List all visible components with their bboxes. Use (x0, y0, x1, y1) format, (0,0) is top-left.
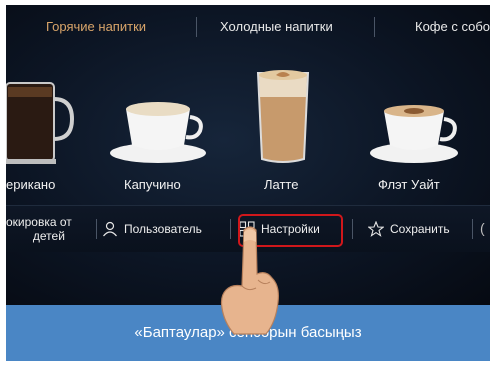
latte-glass-icon (256, 70, 310, 163)
drink-label-latte[interactable]: Латте (264, 177, 298, 192)
flat-white-cup-icon (370, 105, 458, 163)
drink-label-cappuccino[interactable]: Капучино (124, 177, 181, 192)
americano-glass-icon (6, 82, 75, 164)
tab-coffee-to-go[interactable]: Кофе с собо (415, 19, 490, 34)
drink-cappuccino[interactable] (106, 97, 216, 172)
user-icon (103, 221, 117, 237)
child-lock-label-line2: детей (32, 229, 65, 243)
partial-next-icon: ( (480, 220, 485, 236)
drink-latte[interactable] (252, 67, 314, 172)
user-button[interactable]: Пользователь (102, 206, 202, 252)
frame: Горячие напитки Холодные напитки Кофе с … (0, 0, 496, 367)
cappuccino-cup-icon (110, 102, 206, 163)
bar-divider (96, 219, 97, 239)
child-lock-button[interactable]: окировка от детей (6, 206, 72, 252)
bar-divider (352, 219, 353, 239)
pointing-hand-icon (220, 226, 279, 335)
tab-hot-drinks[interactable]: Горячие напитки (46, 19, 146, 34)
drink-label-americano[interactable]: ерикано (6, 177, 55, 192)
tab-divider (196, 17, 197, 37)
child-lock-label-line1: окировка от (6, 215, 72, 229)
bar-divider (472, 219, 473, 239)
drink-flat-white[interactable] (366, 101, 466, 172)
save-label: Сохранить (390, 222, 450, 236)
save-button[interactable]: Сохранить (368, 206, 450, 252)
user-label: Пользователь (124, 222, 202, 236)
drink-label-flat-white[interactable]: Флэт Уайт (378, 177, 440, 192)
tab-cold-drinks[interactable]: Холодные напитки (220, 19, 333, 34)
tab-divider (374, 17, 375, 37)
category-tabs: Горячие напитки Холодные напитки Кофе с … (6, 5, 490, 49)
drink-americano[interactable] (6, 77, 76, 172)
star-icon (368, 221, 384, 237)
